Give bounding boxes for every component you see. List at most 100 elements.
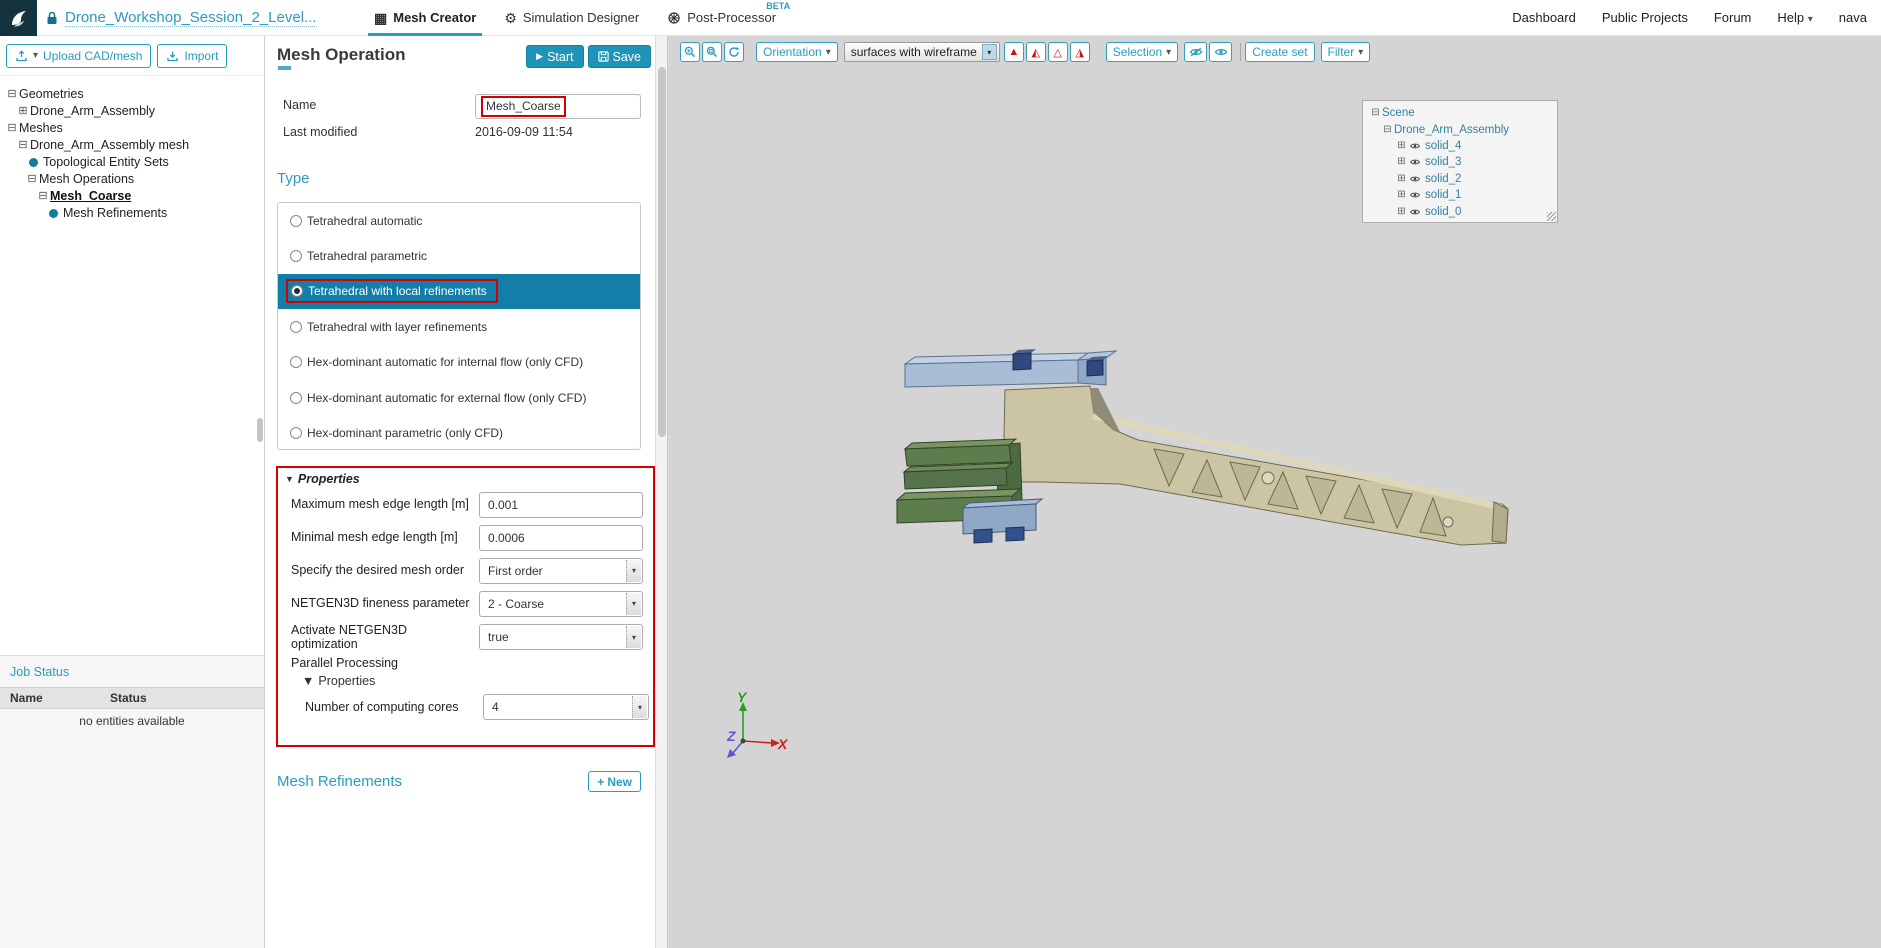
- render-mode-select[interactable]: surfaces with wireframe ▾: [843, 42, 1000, 62]
- tree-label[interactable]: Mesh Refinements: [63, 206, 167, 220]
- eye-icon[interactable]: [1409, 208, 1421, 216]
- zoom-window-button[interactable]: [702, 42, 722, 62]
- viewport-3d[interactable]: Y X Z Orientation ▾ surfaces with wirefr…: [668, 36, 1881, 948]
- nav-public-projects[interactable]: Public Projects: [1602, 10, 1688, 25]
- mesh-quality-button-3[interactable]: △: [1047, 42, 1068, 62]
- type-option-tetrahedral-automatic[interactable]: Tetrahedral automatic: [278, 203, 640, 238]
- orientation-button[interactable]: Orientation ▾: [756, 42, 838, 62]
- min-edge-length-input[interactable]: 0.0006: [479, 524, 643, 551]
- scene-solid-row[interactable]: ⊞ solid_3: [1395, 154, 1551, 170]
- eye-icon[interactable]: [1409, 191, 1421, 199]
- tree-label[interactable]: Geometries: [19, 87, 84, 101]
- drone-arm-model[interactable]: [895, 349, 1509, 546]
- scene-solid-row[interactable]: ⊞ solid_1: [1395, 187, 1551, 203]
- scene-assembly-label[interactable]: Drone_Arm_Assembly: [1394, 124, 1509, 136]
- import-button[interactable]: Import: [157, 43, 228, 68]
- app-logo[interactable]: [0, 0, 37, 36]
- tree-item-mesh-coarse[interactable]: ⊟ Mesh_Coarse: [36, 188, 264, 204]
- nav-help-menu[interactable]: Help ▾: [1777, 10, 1812, 25]
- tree-label[interactable]: Meshes: [19, 121, 63, 135]
- type-option-hex-internal-flow[interactable]: Hex-dominant automatic for internal flow…: [278, 345, 640, 380]
- scene-assembly-row[interactable]: ⊟ Drone_Arm_Assembly: [1381, 121, 1551, 137]
- mesh-order-select[interactable]: First order ▾: [479, 557, 643, 584]
- expand-icon[interactable]: ⊞: [1395, 206, 1408, 217]
- project-title-area[interactable]: Drone_Workshop_Session_2_Level...: [46, 9, 338, 27]
- eye-icon[interactable]: [1409, 175, 1421, 183]
- nav-user[interactable]: nava: [1839, 10, 1867, 25]
- upload-cad-mesh-button[interactable]: ▾ Upload CAD/mesh: [6, 43, 152, 68]
- tree-item-geometries[interactable]: ⊟ Geometries: [5, 86, 264, 102]
- radio-icon[interactable]: [290, 356, 302, 369]
- dropdown-arrow-icon[interactable]: ▾: [626, 592, 641, 615]
- mesh-quality-button-1[interactable]: ▲: [1003, 42, 1024, 62]
- properties-header[interactable]: ▼ Properties: [278, 470, 653, 488]
- start-button[interactable]: ▶ Start: [526, 45, 584, 68]
- scene-solid-row[interactable]: ⊞ solid_2: [1395, 171, 1551, 187]
- tree-item-meshes[interactable]: ⊟ Meshes: [5, 120, 264, 136]
- type-option-tetrahedral-layer-refinements[interactable]: Tetrahedral with layer refinements: [278, 309, 640, 344]
- expand-icon[interactable]: ⊞: [1395, 190, 1408, 200]
- mesh-quality-button-2[interactable]: ◭: [1025, 42, 1046, 62]
- collapse-icon[interactable]: ⊟: [25, 173, 39, 185]
- eye-icon[interactable]: [1409, 142, 1421, 150]
- radio-checked-icon[interactable]: [291, 285, 303, 298]
- solid-label[interactable]: solid_3: [1425, 156, 1461, 168]
- panel-scrollbar[interactable]: [655, 36, 668, 948]
- tree-item-mesh-operations[interactable]: ⊟ Mesh Operations: [25, 171, 264, 187]
- type-option-tetrahedral-local-refinements[interactable]: Tetrahedral with local refinements: [278, 273, 640, 310]
- radio-icon[interactable]: [290, 391, 302, 404]
- selection-button[interactable]: Selection ▾: [1105, 42, 1179, 62]
- tree-item-drone-arm-assembly-mesh[interactable]: ⊟ Drone_Arm_Assembly mesh: [16, 137, 264, 153]
- solid-label[interactable]: solid_4: [1425, 140, 1461, 152]
- model-canvas[interactable]: Y X Z: [668, 36, 1881, 948]
- dropdown-arrow-icon[interactable]: ▾: [632, 696, 647, 718]
- save-button[interactable]: Save: [587, 45, 651, 68]
- type-option-hex-parametric[interactable]: Hex-dominant parametric (only CFD): [278, 415, 640, 450]
- scene-root-label[interactable]: Scene: [1382, 107, 1415, 119]
- name-input[interactable]: Mesh_Coarse: [475, 94, 641, 119]
- tab-mesh-creator[interactable]: ▦ Mesh Creator: [367, 0, 483, 36]
- scene-root-row[interactable]: ⊟ Scene: [1369, 105, 1551, 121]
- fineness-select[interactable]: 2 - Coarse ▾: [479, 590, 643, 617]
- radio-icon[interactable]: [290, 214, 302, 227]
- collapse-icon[interactable]: ⊟: [1369, 108, 1382, 118]
- zoom-in-button[interactable]: [680, 42, 700, 62]
- eye-icon[interactable]: [1409, 158, 1421, 166]
- collapse-icon[interactable]: ⊟: [5, 88, 19, 100]
- max-edge-length-input[interactable]: 0.001: [479, 491, 643, 518]
- tree-label[interactable]: Drone_Arm_Assembly mesh: [30, 138, 189, 152]
- expand-icon[interactable]: ⊞: [1395, 157, 1408, 167]
- cores-select[interactable]: 4 ▾: [483, 694, 649, 720]
- radio-icon[interactable]: [290, 250, 302, 263]
- sidebar-scrollbar-thumb[interactable]: [257, 418, 263, 442]
- scene-solid-row[interactable]: ⊞ solid_0: [1395, 203, 1551, 219]
- scene-tree-panel[interactable]: ⊟ Scene ⊟ Drone_Arm_Assembly ⊞ solid_4 ⊞…: [1362, 100, 1558, 223]
- optimization-select[interactable]: true ▾: [479, 624, 643, 650]
- tree-label[interactable]: Mesh Operations: [39, 172, 134, 186]
- solid-label[interactable]: solid_2: [1425, 173, 1461, 185]
- nav-forum[interactable]: Forum: [1714, 10, 1752, 25]
- resize-handle[interactable]: [1547, 212, 1556, 221]
- scene-solid-row[interactable]: ⊞ solid_4: [1395, 138, 1551, 154]
- filter-button[interactable]: Filter ▾: [1320, 42, 1371, 62]
- tab-post-processor[interactable]: Post-Processor BETA: [667, 0, 790, 36]
- tree-label-selected[interactable]: Mesh_Coarse: [50, 189, 131, 203]
- show-all-button[interactable]: [1209, 42, 1233, 62]
- tree-item-mesh-refinements[interactable]: Mesh Refinements: [47, 205, 264, 221]
- solid-label[interactable]: solid_1: [1425, 189, 1461, 201]
- expand-icon[interactable]: ⊞: [1395, 140, 1408, 151]
- type-option-hex-external-flow[interactable]: Hex-dominant automatic for external flow…: [278, 380, 640, 415]
- collapse-icon[interactable]: ⊟: [1381, 124, 1394, 135]
- collapse-icon[interactable]: ⊟: [16, 139, 30, 151]
- tree-label[interactable]: Topological Entity Sets: [43, 155, 169, 169]
- dropdown-arrow-icon[interactable]: ▾: [981, 44, 997, 60]
- tree-label[interactable]: Drone_Arm_Assembly: [30, 104, 155, 118]
- expand-icon[interactable]: ⊞: [16, 105, 30, 117]
- nav-dashboard[interactable]: Dashboard: [1512, 10, 1576, 25]
- expand-icon[interactable]: ⊞: [1395, 173, 1408, 184]
- mesh-quality-button-4[interactable]: ◮: [1069, 42, 1090, 62]
- solid-label[interactable]: solid_0: [1425, 206, 1461, 218]
- tree-item-drone-arm-assembly[interactable]: ⊞ Drone_Arm_Assembly: [16, 103, 264, 119]
- create-set-button[interactable]: Create set: [1245, 42, 1315, 62]
- dropdown-arrow-icon[interactable]: ▾: [626, 559, 641, 582]
